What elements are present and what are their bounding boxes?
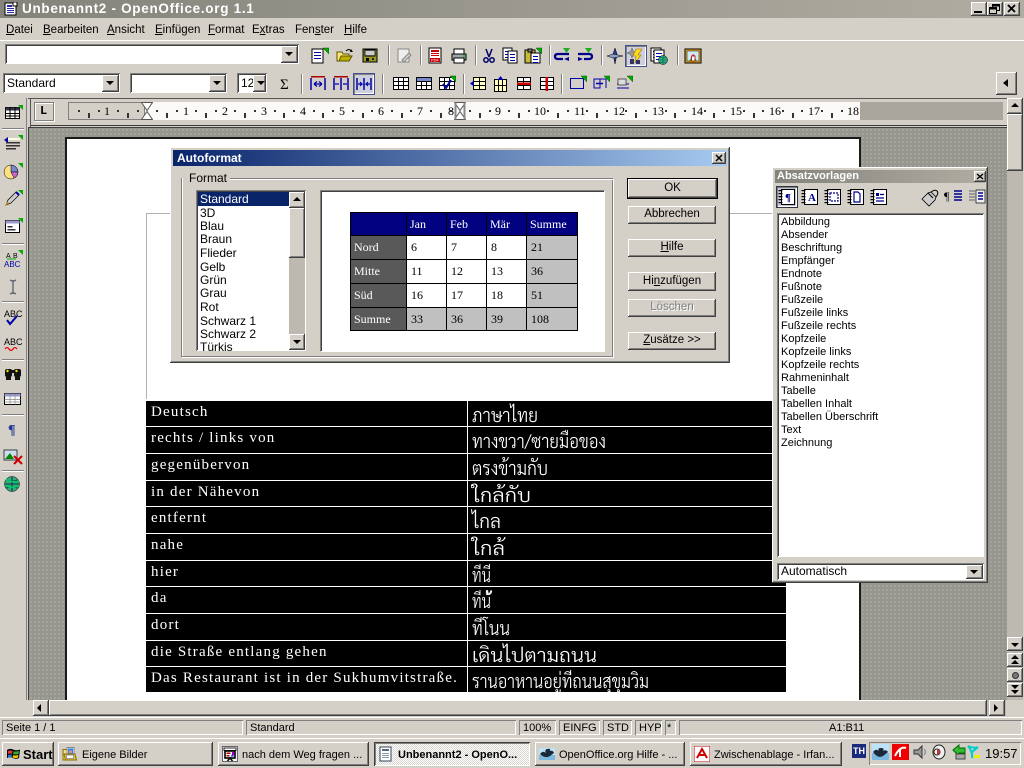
svg-text:ABC: ABC <box>4 260 21 269</box>
svg-text:¶: ¶ <box>8 423 16 438</box>
svg-text:ABC: ABC <box>4 309 23 319</box>
svg-text:ABC: ABC <box>4 337 23 347</box>
svg-text:A: A <box>808 192 816 204</box>
svg-text:PDF: PDF <box>431 58 440 63</box>
svg-text:Σ: Σ <box>280 77 289 93</box>
svg-text:¶: ¶ <box>785 192 791 204</box>
svg-text:¶: ¶ <box>944 189 950 203</box>
